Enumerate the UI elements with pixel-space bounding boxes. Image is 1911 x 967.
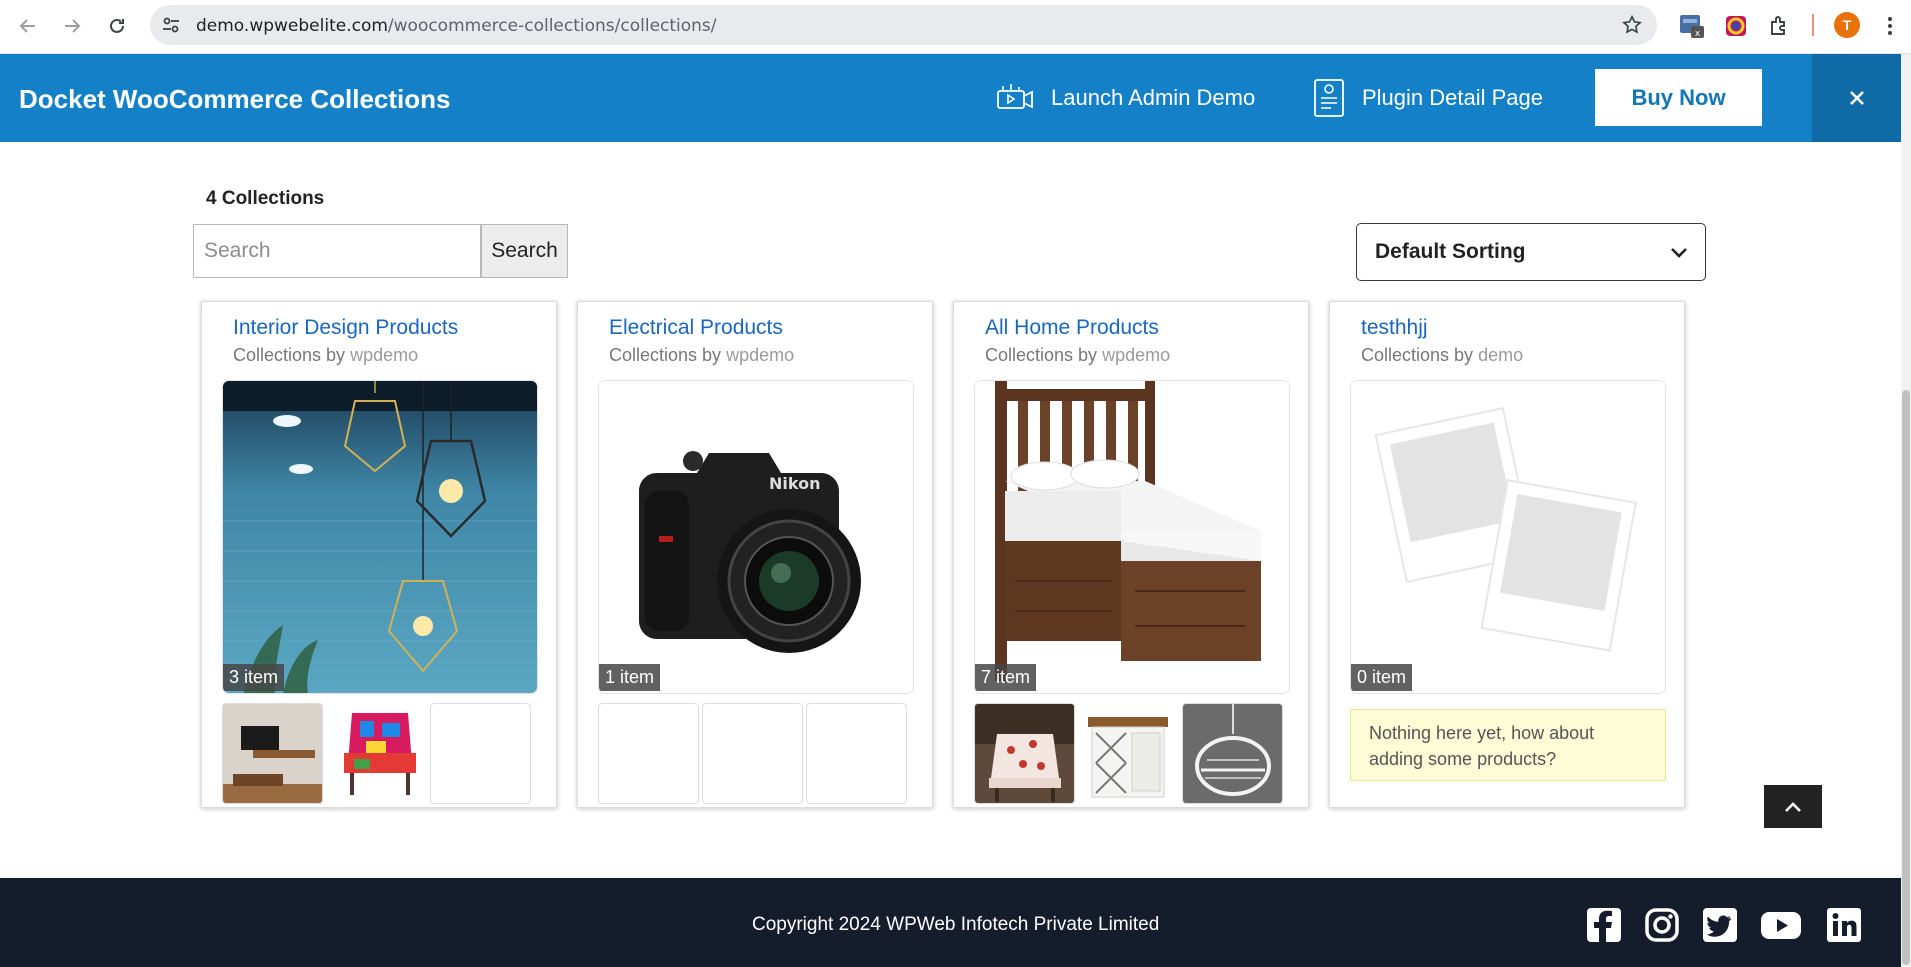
bookmark-star-icon[interactable]: [1621, 14, 1643, 36]
demo-bar: Docket WooCommerce Collections Launch Ad…: [0, 54, 1901, 142]
collection-author[interactable]: wpdemo: [726, 345, 794, 365]
collection-thumbnails: [598, 703, 914, 804]
svg-text:Nikon: Nikon: [769, 474, 820, 493]
svg-text:x: x: [1695, 29, 1701, 39]
thumbnail-wine-cabinet[interactable]: [1078, 703, 1179, 804]
search-input[interactable]: [193, 224, 481, 278]
url-host: demo.wpwebelite.com: [196, 16, 388, 36]
byline-prefix: Collections by: [233, 345, 346, 365]
site-info-icon[interactable]: [160, 14, 182, 36]
byline-prefix: Collections by: [985, 345, 1098, 365]
facebook-icon[interactable]: [1585, 906, 1623, 944]
empty-collection-notice: Nothing here yet, how about adding some …: [1350, 709, 1666, 781]
item-count-badge: 7 item: [975, 664, 1037, 691]
launch-admin-demo-link[interactable]: Launch Admin Demo: [995, 76, 1255, 120]
collection-thumbnails: [974, 703, 1290, 804]
collection-title[interactable]: Interior Design Products: [233, 316, 458, 340]
search-button[interactable]: Search: [481, 224, 568, 278]
collection-title[interactable]: testhhjj: [1361, 316, 1428, 340]
address-bar[interactable]: demo.wpwebelite.com/woocommerce-collecti…: [150, 5, 1657, 45]
toolbar-divider: [1812, 14, 1814, 36]
pendant-lamps-image: [223, 381, 537, 693]
youtube-icon[interactable]: [1759, 906, 1803, 944]
demo-title: Docket WooCommerce Collections: [19, 84, 451, 114]
wooden-bed-image: [975, 381, 1289, 693]
twitter-icon[interactable]: [1701, 906, 1739, 944]
close-demo-bar-button[interactable]: [1812, 54, 1901, 142]
collection-author[interactable]: demo: [1478, 345, 1523, 365]
thumbnail-patchwork-chair[interactable]: [330, 703, 431, 804]
arrow-left-icon: [19, 19, 35, 33]
extension-tab-icon[interactable]: x: [1678, 12, 1706, 40]
collection-byline: Collections by wpdemo: [609, 345, 794, 366]
collection-cover-image[interactable]: Nikon 1 item: [598, 380, 914, 694]
sort-dropdown[interactable]: Default Sorting: [1356, 223, 1706, 281]
profile-avatar[interactable]: T: [1834, 12, 1860, 38]
video-admin-icon: [997, 84, 1033, 109]
page-scrollbar-thumb[interactable]: [1902, 390, 1910, 965]
item-count-badge: 3 item: [223, 664, 285, 691]
reload-button[interactable]: [101, 10, 133, 42]
collections-count: 4 Collections: [206, 188, 325, 209]
byline-prefix: Collections by: [609, 345, 722, 365]
collection-cover-image[interactable]: 3 item: [222, 380, 538, 694]
thumbnail-empty-slot: [430, 703, 531, 804]
back-button[interactable]: [12, 10, 44, 42]
collection-byline: Collections by wpdemo: [985, 345, 1170, 366]
linkedin-icon[interactable]: [1825, 906, 1863, 944]
chevron-down-icon: [1671, 248, 1687, 258]
color-extension-icon[interactable]: [1722, 12, 1750, 40]
collection-card[interactable]: Electrical Products Collections by wpdem…: [577, 301, 933, 808]
thumbnail-empty-slot: [598, 703, 699, 804]
thumbnail-armchair[interactable]: [974, 703, 1075, 804]
reload-icon: [110, 18, 124, 33]
sort-dropdown-value: Default Sorting: [1375, 240, 1526, 263]
collection-thumbnails: [222, 703, 538, 804]
thumbnail-tv-unit[interactable]: [222, 703, 323, 804]
collection-card[interactable]: Interior Design Products Collections by …: [201, 301, 557, 808]
document-page-icon: [1314, 79, 1344, 117]
item-count-badge: 1 item: [599, 664, 661, 691]
collection-cover-image[interactable]: 0 item: [1350, 380, 1666, 694]
image-placeholder-icon: [1351, 381, 1665, 693]
extensions-puzzle-icon[interactable]: [1766, 12, 1794, 40]
collection-card[interactable]: testhhjj Collections by demo 0 item Noth…: [1329, 301, 1685, 808]
scroll-to-top-button[interactable]: [1764, 785, 1822, 828]
browser-menu-icon[interactable]: [1880, 14, 1900, 38]
buy-now-button[interactable]: Buy Now: [1595, 69, 1762, 126]
collection-card[interactable]: All Home Products Collections by wpdemo …: [953, 301, 1309, 808]
dslr-camera-image: Nikon: [599, 381, 913, 693]
collection-byline: Collections by demo: [1361, 345, 1523, 366]
collection-author[interactable]: wpdemo: [1102, 345, 1170, 365]
collection-byline: Collections by wpdemo: [233, 345, 418, 366]
collection-title[interactable]: All Home Products: [985, 316, 1159, 340]
launch-admin-demo-label: Launch Admin Demo: [1051, 85, 1256, 110]
thumbnail-empty-slot: [806, 703, 907, 804]
copyright-text: Copyright 2024 WPWeb Infotech Private Li…: [752, 914, 1160, 935]
collection-author[interactable]: wpdemo: [350, 345, 418, 365]
site-footer: Copyright 2024 WPWeb Infotech Private Li…: [0, 878, 1901, 967]
close-icon: [1849, 91, 1864, 105]
thumbnail-empty-slot: [702, 703, 803, 804]
collection-cover-image[interactable]: 7 item: [974, 380, 1290, 694]
arrow-right-icon: [65, 19, 81, 33]
thumbnail-hanging-chair[interactable]: [1182, 703, 1283, 804]
chevron-up-icon: [1785, 801, 1801, 812]
url-path: /woocommerce-collections/collections/: [387, 16, 717, 36]
item-count-badge: 0 item: [1351, 664, 1413, 691]
plugin-detail-link[interactable]: Plugin Detail Page: [1312, 76, 1543, 120]
byline-prefix: Collections by: [1361, 345, 1474, 365]
browser-toolbar: demo.wpwebelite.com/woocommerce-collecti…: [0, 0, 1911, 54]
url-text: demo.wpwebelite.com/woocommerce-collecti…: [196, 16, 717, 36]
plugin-detail-label: Plugin Detail Page: [1362, 85, 1544, 110]
forward-button[interactable]: [56, 10, 88, 42]
instagram-icon[interactable]: [1643, 906, 1681, 944]
collection-title[interactable]: Electrical Products: [609, 316, 783, 340]
